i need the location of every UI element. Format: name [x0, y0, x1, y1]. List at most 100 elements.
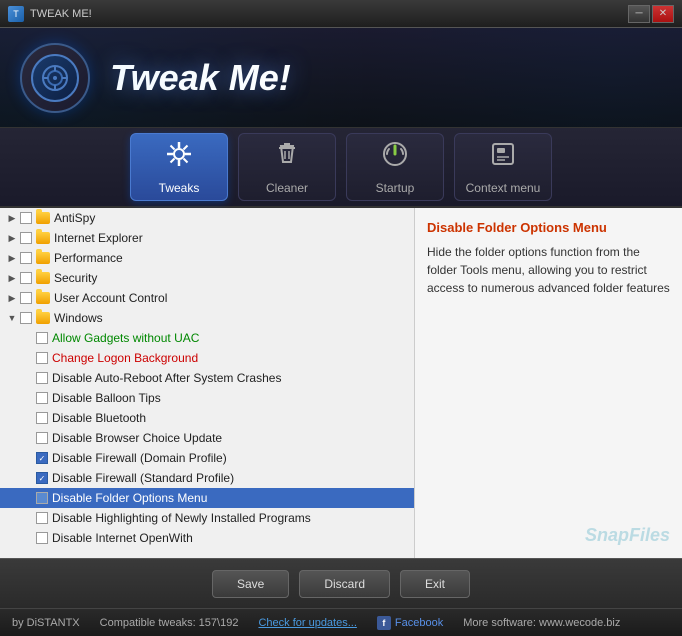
label-disable-firewall-standard: Disable Firewall (Standard Profile)	[52, 471, 234, 485]
info-description: Hide the folder options function from th…	[427, 243, 670, 297]
checkbox-disable-firewall-standard[interactable]	[36, 472, 48, 484]
label-disable-highlighting: Disable Highlighting of Newly Installed …	[52, 511, 311, 525]
context-menu-icon	[489, 140, 517, 175]
tree-item-security[interactable]: ▶ Security	[0, 268, 414, 288]
tab-cleaner-label: Cleaner	[266, 181, 308, 195]
expand-windows[interactable]: ▼	[4, 310, 20, 326]
tab-startup-label: Startup	[376, 181, 415, 195]
checkbox-disable-browser-choice[interactable]	[36, 432, 48, 444]
checkbox-disable-internet-openwith[interactable]	[36, 532, 48, 544]
checkbox-disable-firewall-domain[interactable]	[36, 452, 48, 464]
tab-tweaks[interactable]: Tweaks	[130, 133, 228, 201]
tab-cleaner[interactable]: Cleaner	[238, 133, 336, 201]
tree-item-disable-firewall-standard[interactable]: Disable Firewall (Standard Profile)	[0, 468, 414, 488]
tree-item-disable-internet-openwith[interactable]: Disable Internet OpenWith	[0, 528, 414, 548]
expand-allow-gadgets	[20, 330, 36, 346]
exit-button[interactable]: Exit	[400, 570, 470, 598]
expand-disable-balloon	[20, 390, 36, 406]
expand-performance[interactable]: ▶	[4, 250, 20, 266]
app-title: Tweak Me!	[110, 57, 291, 99]
tree-panel[interactable]: ▶ AntiSpy ▶ Internet Explorer ▶ Performa…	[0, 208, 415, 558]
expand-disable-bluetooth	[20, 410, 36, 426]
tree-item-disable-autoreboot[interactable]: Disable Auto-Reboot After System Crashes	[0, 368, 414, 388]
label-disable-bluetooth: Disable Bluetooth	[52, 411, 146, 425]
checkbox-allow-gadgets[interactable]	[36, 332, 48, 344]
compatible-text: Compatible tweaks: 157\192	[100, 617, 239, 629]
info-panel: Disable Folder Options Menu Hide the fol…	[415, 208, 682, 558]
tree-item-change-logon[interactable]: Change Logon Background	[0, 348, 414, 368]
tab-context-menu-label: Context menu	[466, 181, 541, 195]
tree-item-disable-firewall-domain[interactable]: Disable Firewall (Domain Profile)	[0, 448, 414, 468]
tab-context-menu[interactable]: Context menu	[454, 133, 552, 201]
title-bar-text: TWEAK ME!	[30, 8, 92, 20]
tree-item-disable-folder-options[interactable]: Disable Folder Options Menu	[0, 488, 414, 508]
checkbox-windows[interactable]	[20, 312, 32, 324]
expand-uac[interactable]: ▶	[4, 290, 20, 306]
main-content: ▶ AntiSpy ▶ Internet Explorer ▶ Performa…	[0, 208, 682, 558]
snapfiles-watermark: SnapFiles	[427, 525, 670, 546]
label-windows: Windows	[54, 311, 103, 325]
nav-tabs: Tweaks Cleaner Startup	[0, 128, 682, 208]
facebook-link[interactable]: f Facebook	[377, 616, 443, 630]
folder-icon-antispy	[36, 212, 50, 224]
expand-antispy[interactable]: ▶	[4, 210, 20, 226]
tree-item-disable-balloon[interactable]: Disable Balloon Tips	[0, 388, 414, 408]
label-allow-gadgets: Allow Gadgets without UAC	[52, 331, 199, 345]
tree-item-uac[interactable]: ▶ User Account Control	[0, 288, 414, 308]
expand-disable-firewall-standard	[20, 470, 36, 486]
checkbox-disable-autoreboot[interactable]	[36, 372, 48, 384]
expand-ie[interactable]: ▶	[4, 230, 20, 246]
checkbox-disable-balloon[interactable]	[36, 392, 48, 404]
tree-item-performance[interactable]: ▶ Performance	[0, 248, 414, 268]
check-updates-link[interactable]: Check for updates...	[258, 617, 356, 629]
tree-item-allow-gadgets[interactable]: Allow Gadgets without UAC	[0, 328, 414, 348]
app-header: Tweak Me!	[0, 28, 682, 128]
folder-icon-uac	[36, 292, 50, 304]
startup-icon	[381, 140, 409, 175]
folder-icon-performance	[36, 252, 50, 264]
label-disable-firewall-domain: Disable Firewall (Domain Profile)	[52, 451, 227, 465]
save-button[interactable]: Save	[212, 570, 289, 598]
label-disable-autoreboot: Disable Auto-Reboot After System Crashes	[52, 371, 281, 385]
more-software-text: More software: www.wecode.biz	[463, 617, 620, 629]
expand-security[interactable]: ▶	[4, 270, 20, 286]
bottom-bar: Save Discard Exit	[0, 558, 682, 608]
checkbox-disable-folder-options[interactable]	[36, 492, 48, 504]
tree-item-disable-browser-choice[interactable]: Disable Browser Choice Update	[0, 428, 414, 448]
checkbox-disable-bluetooth[interactable]	[36, 412, 48, 424]
checkbox-ie[interactable]	[20, 232, 32, 244]
checkbox-security[interactable]	[20, 272, 32, 284]
checkbox-performance[interactable]	[20, 252, 32, 264]
label-security: Security	[54, 271, 97, 285]
label-disable-folder-options: Disable Folder Options Menu	[52, 491, 207, 505]
tree-item-ie[interactable]: ▶ Internet Explorer	[0, 228, 414, 248]
expand-disable-internet-openwith	[20, 530, 36, 546]
tree-item-disable-highlighting[interactable]: Disable Highlighting of Newly Installed …	[0, 508, 414, 528]
tree-item-antispy[interactable]: ▶ AntiSpy	[0, 208, 414, 228]
label-antispy: AntiSpy	[54, 211, 95, 225]
discard-button[interactable]: Discard	[299, 570, 390, 598]
app-icon: T	[8, 6, 24, 22]
tweaks-icon	[165, 140, 193, 175]
label-performance: Performance	[54, 251, 123, 265]
label-disable-balloon: Disable Balloon Tips	[52, 391, 161, 405]
title-bar-controls: ─ ✕	[628, 5, 674, 23]
checkbox-uac[interactable]	[20, 292, 32, 304]
checkbox-change-logon[interactable]	[36, 352, 48, 364]
tree-item-disable-bluetooth[interactable]: Disable Bluetooth	[0, 408, 414, 428]
folder-icon-windows	[36, 312, 50, 324]
close-button[interactable]: ✕	[652, 5, 674, 23]
tab-tweaks-label: Tweaks	[159, 181, 200, 195]
checkbox-antispy[interactable]	[20, 212, 32, 224]
expand-disable-autoreboot	[20, 370, 36, 386]
status-bar: by DiSTANTX Compatible tweaks: 157\192 C…	[0, 608, 682, 636]
title-bar-left: T TWEAK ME!	[8, 6, 92, 22]
expand-disable-highlighting	[20, 510, 36, 526]
minimize-button[interactable]: ─	[628, 5, 650, 23]
tab-startup[interactable]: Startup	[346, 133, 444, 201]
tree-item-windows[interactable]: ▼ Windows	[0, 308, 414, 328]
cleaner-icon	[273, 140, 301, 175]
expand-change-logon	[20, 350, 36, 366]
checkbox-disable-highlighting[interactable]	[36, 512, 48, 524]
app-logo	[20, 43, 90, 113]
